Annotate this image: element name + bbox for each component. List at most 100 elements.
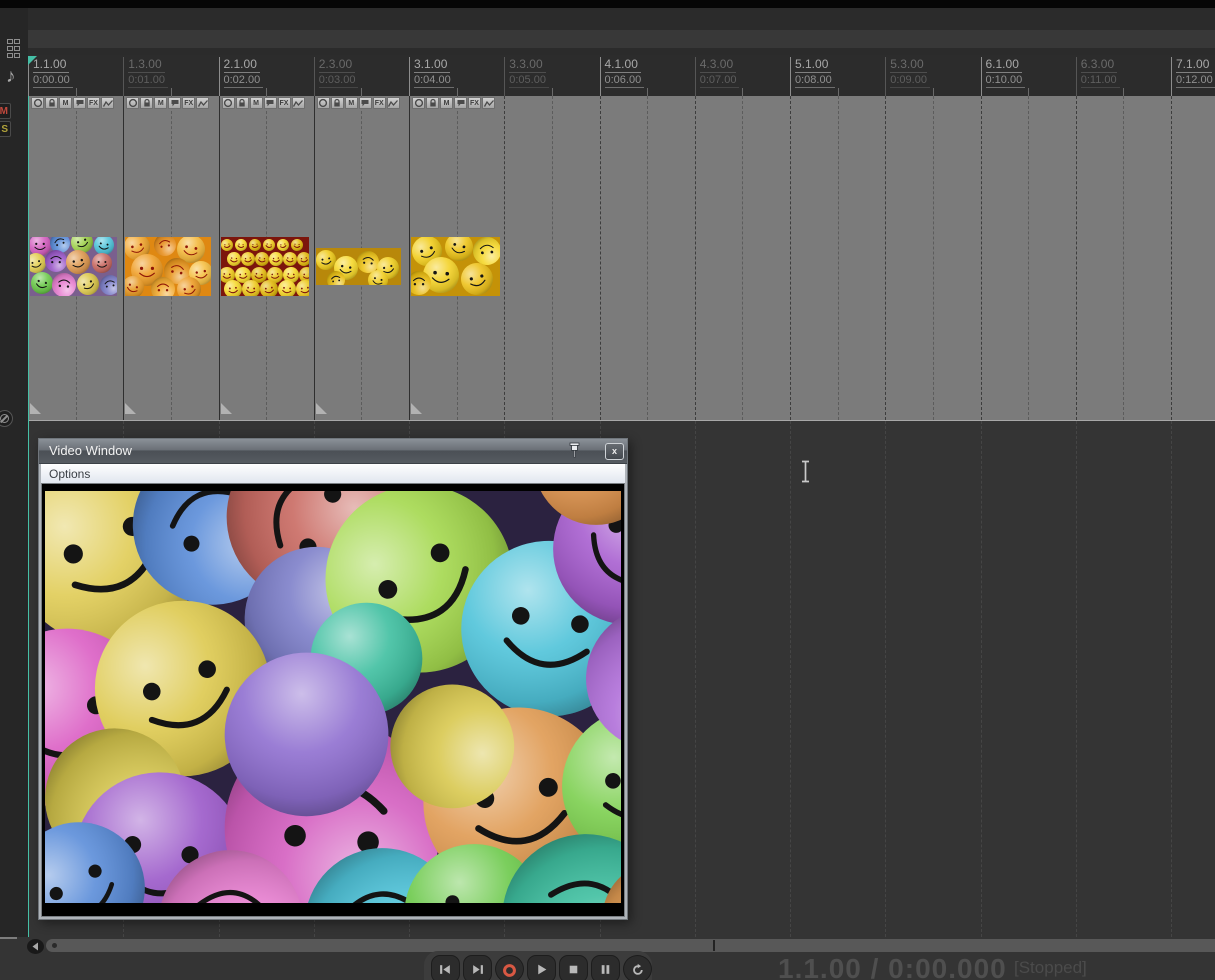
event-mute-button[interactable]: M — [154, 97, 168, 109]
event-comment-icon[interactable] — [168, 97, 182, 109]
music-note-icon[interactable]: ♪ — [6, 66, 16, 88]
time-label: 0:11.00 — [1080, 73, 1120, 88]
ruler-marker: 6.1.00 0:10.00 — [980, 57, 1026, 96]
event-comment-icon[interactable] — [454, 97, 467, 109]
loop-button[interactable] — [623, 955, 652, 980]
video-window[interactable]: Video Window x Options — [0, 401, 730, 980]
track-solo-button[interactable]: S — [0, 121, 11, 137]
event-power-icon[interactable] — [221, 97, 235, 109]
event-fx-button[interactable]: FX — [277, 97, 291, 109]
event-envelope-icon[interactable] — [101, 97, 114, 109]
gridline-half — [742, 96, 744, 420]
timeline-event[interactable]: M FX — [409, 96, 504, 420]
timeline-event[interactable]: M FX — [28, 96, 123, 420]
ruler-halftick — [742, 88, 744, 96]
pause-button[interactable] — [591, 955, 620, 980]
event-lock-icon[interactable] — [45, 97, 58, 109]
event-comment-icon[interactable] — [263, 97, 277, 109]
time-label: 0:02.00 — [223, 73, 264, 88]
fade-handle[interactable] — [411, 401, 422, 419]
time-label: 0:01.00 — [128, 73, 168, 88]
video-window-titlebar[interactable]: Video Window x — [39, 439, 627, 464]
time-label: 0:06.00 — [604, 73, 645, 88]
event-lock-icon[interactable] — [330, 97, 344, 109]
event-envelope-icon[interactable] — [196, 97, 210, 109]
top-black-bar — [0, 0, 1215, 8]
go-to-start-button[interactable] — [431, 955, 460, 980]
timeline-event[interactable]: M FX — [313, 96, 409, 420]
time-display[interactable]: 1.1.00 / 0:00.000 — [778, 953, 1007, 980]
gridline-half — [1028, 96, 1030, 420]
ruler-marker: 5.1.00 0:08.00 — [790, 57, 835, 96]
event-fx-button[interactable]: FX — [87, 97, 100, 109]
pin-icon[interactable] — [567, 442, 582, 465]
track-list-icon[interactable] — [7, 39, 21, 58]
menu-options[interactable]: Options — [49, 467, 90, 481]
event-button-bar: M FX — [221, 97, 306, 109]
event-lock-icon[interactable] — [140, 97, 154, 109]
beat-label: 4.1.00 — [604, 57, 641, 73]
timeline-ruler[interactable]: 1.1.00 0:00.00 1.3.00 0:01.00 2.1.00 0:02.00 2… — [28, 55, 1215, 96]
marker-bar[interactable] — [28, 30, 1215, 48]
panel-divider — [0, 937, 17, 939]
event-fx-button[interactable]: FX — [372, 97, 386, 109]
event-mute-button[interactable]: M — [344, 97, 358, 109]
time-label: 0:08.00 — [795, 73, 835, 88]
event-envelope-icon[interactable] — [291, 97, 305, 109]
gridline-second — [790, 96, 791, 420]
no-automation-icon[interactable] — [0, 410, 13, 427]
event-mute-button[interactable]: M — [440, 97, 453, 109]
ruler-marker: 7.1.00 0:12.00 — [1171, 57, 1215, 96]
event-power-icon[interactable] — [412, 97, 425, 109]
beat-label: 7.1.00 — [1176, 57, 1213, 73]
fade-handle[interactable] — [125, 401, 137, 419]
clip-thumbnail[interactable] — [125, 237, 212, 296]
event-power-icon[interactable] — [316, 97, 330, 109]
scrollbar-tick — [713, 940, 715, 951]
ruler-halftick — [456, 88, 458, 96]
go-to-end-button[interactable] — [463, 955, 492, 980]
fade-handle[interactable] — [220, 401, 232, 419]
event-fx-button[interactable]: FX — [182, 97, 196, 109]
app-window: ♪ M S 1.1.00 0:00.00 1.3.00 0:01.00 2.1.00 0:… — [0, 0, 1215, 980]
track-events[interactable]: M FX M FX M FX M FX M FX — [28, 96, 506, 420]
time-label: 0:07.00 — [699, 73, 740, 88]
event-comment-icon[interactable] — [73, 97, 86, 109]
record-button[interactable] — [495, 955, 524, 980]
beat-label: 6.1.00 — [985, 57, 1022, 73]
event-mute-button[interactable]: M — [59, 97, 72, 109]
ruler-marker: 5.3.00 0:09.00 — [885, 57, 930, 96]
ruler-marker: 4.3.00 0:07.00 — [694, 57, 740, 96]
event-lock-icon[interactable] — [235, 97, 249, 109]
event-comment-icon[interactable] — [358, 97, 372, 109]
ruler-halftick — [361, 88, 363, 96]
fade-handle[interactable] — [315, 401, 327, 419]
event-power-icon[interactable] — [126, 97, 140, 109]
event-envelope-icon[interactable] — [386, 97, 400, 109]
video-preview-frame — [0, 401, 730, 980]
play-button[interactable] — [527, 955, 556, 980]
clip-thumbnail[interactable] — [220, 237, 309, 296]
beat-label: 4.3.00 — [699, 57, 737, 73]
ruler-halftick — [75, 88, 77, 96]
clip-thumbnail[interactable] — [30, 237, 117, 296]
video-window-title: Video Window — [49, 443, 132, 458]
playback-cursor — [28, 96, 29, 937]
time-label: 0:09.00 — [890, 73, 930, 88]
event-power-icon[interactable] — [31, 97, 44, 109]
timeline-event[interactable]: M FX — [218, 96, 314, 420]
stop-button[interactable] — [559, 955, 588, 980]
clip-thumbnail[interactable] — [411, 237, 500, 296]
timeline-event[interactable]: M FX — [123, 96, 218, 420]
track-mute-button[interactable]: M — [0, 103, 11, 119]
scroll-left-button[interactable] — [27, 939, 44, 954]
fade-handle[interactable] — [30, 401, 41, 419]
clip-thumbnail[interactable] — [315, 248, 401, 285]
ruler-halftick — [932, 88, 934, 96]
event-fx-button[interactable]: FX — [468, 97, 481, 109]
close-icon[interactable]: x — [605, 443, 624, 460]
event-mute-button[interactable]: M — [249, 97, 263, 109]
event-lock-icon[interactable] — [426, 97, 439, 109]
event-envelope-icon[interactable] — [482, 97, 495, 109]
ruler-marker: 1.3.00 0:01.00 — [123, 57, 168, 96]
